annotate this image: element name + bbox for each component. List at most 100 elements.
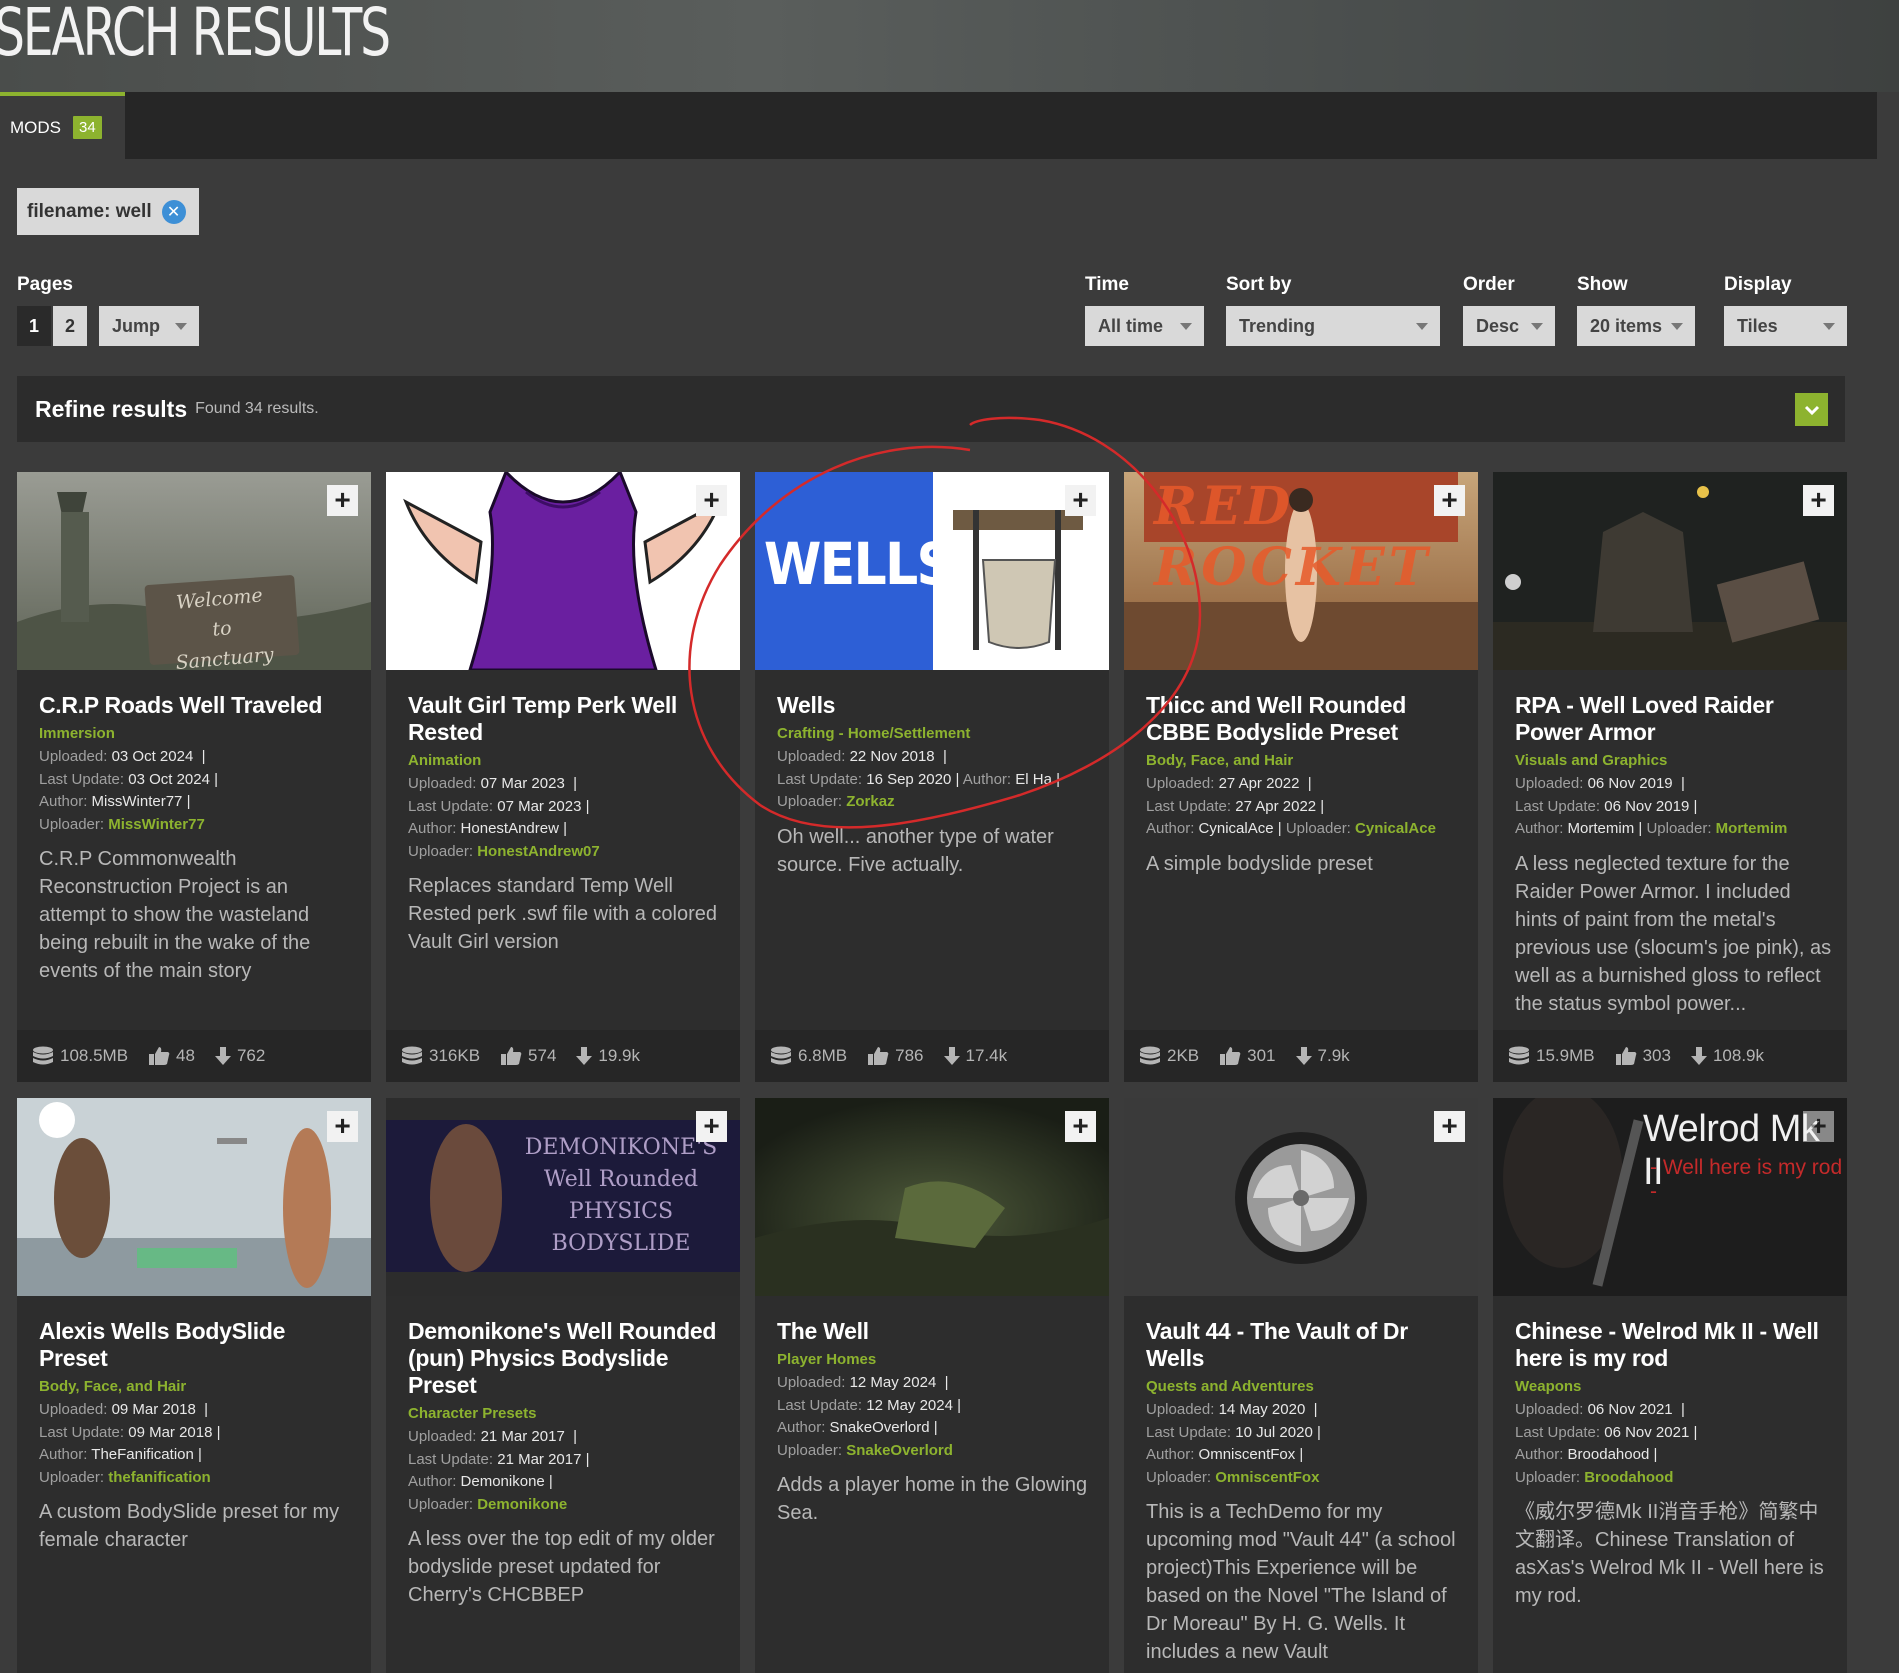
add-to-collection-button[interactable]: +: [1803, 485, 1834, 516]
show-select[interactable]: 20 items: [1577, 306, 1695, 346]
mod-category[interactable]: Quests and Adventures: [1146, 1378, 1464, 1395]
add-to-collection-button[interactable]: +: [327, 485, 358, 516]
uploader-link[interactable]: Broodahood: [1584, 1469, 1673, 1486]
uploader-link[interactable]: OmniscentFox: [1215, 1469, 1319, 1486]
order-select[interactable]: Desc: [1463, 306, 1555, 346]
uploader-link[interactable]: Mortemim: [1716, 820, 1788, 837]
mod-title[interactable]: Demonikone's Well Rounded (pun) Physics …: [408, 1318, 726, 1399]
filter-chip-label: filename: well: [27, 200, 152, 222]
uploaded-label: Uploaded:: [39, 748, 108, 765]
mod-thumbnail[interactable]: Welcome to Sanctuary +: [17, 472, 371, 670]
mod-category[interactable]: Visuals and Graphics: [1515, 752, 1833, 769]
updated-label: Last Update:: [39, 770, 125, 788]
page-2-button[interactable]: 2: [53, 306, 87, 346]
mod-card[interactable]: + RPA - Well Loved Raider Power Armor Vi…: [1493, 472, 1847, 1082]
mod-card[interactable]: Welrod Mk II - Well here is my rod - + C…: [1493, 1098, 1847, 1673]
tab-mods[interactable]: MODS 34: [0, 92, 125, 159]
mod-category[interactable]: Body, Face, and Hair: [39, 1378, 357, 1395]
uploader-link[interactable]: CynicalAce: [1355, 820, 1436, 837]
mod-stats: 2KB 301 7.9k: [1124, 1030, 1478, 1082]
add-to-collection-button[interactable]: +: [696, 1111, 727, 1142]
mod-card[interactable]: WELLS + Wells Crafting - Home/Settlement…: [755, 472, 1109, 1082]
author-name: CynicalAce: [1198, 820, 1274, 837]
author-name: OmniscentFox: [1198, 1446, 1296, 1463]
add-to-collection-button[interactable]: +: [327, 1111, 358, 1142]
mod-category[interactable]: Character Presets: [408, 1405, 726, 1422]
mod-category[interactable]: Immersion: [39, 725, 357, 742]
pages-label: Pages: [17, 274, 73, 295]
mod-description: A simple bodyslide preset: [1146, 852, 1373, 875]
add-to-collection-button[interactable]: +: [1434, 1111, 1465, 1142]
mod-title[interactable]: Chinese - Welrod Mk II - Well here is my…: [1515, 1318, 1833, 1372]
add-to-collection-button[interactable]: +: [1803, 1111, 1834, 1142]
mod-title[interactable]: RPA - Well Loved Raider Power Armor: [1515, 692, 1833, 746]
updated-date: 06 Nov 2021: [1604, 1423, 1690, 1441]
add-to-collection-button[interactable]: +: [696, 485, 727, 516]
uploader-link[interactable]: HonestAndrew07: [477, 843, 600, 860]
mod-description: This is a TechDemo for my upcoming mod "…: [1146, 1501, 1456, 1663]
file-size: 108.5MB: [60, 1046, 129, 1065]
jump-select[interactable]: Jump: [99, 306, 199, 346]
page-1-button[interactable]: 1: [17, 306, 51, 346]
mod-title[interactable]: Alexis Wells BodySlide Preset: [39, 1318, 357, 1372]
uploader-link[interactable]: SnakeOverlord: [846, 1442, 953, 1459]
mod-title[interactable]: The Well: [777, 1318, 1095, 1345]
uploader-link[interactable]: thefanification: [108, 1469, 211, 1486]
order-select-value: Desc: [1476, 315, 1520, 336]
mod-title[interactable]: C.R.P Roads Well Traveled: [39, 692, 357, 719]
mod-stats: 6.8MB 786 17.4k: [755, 1030, 1109, 1082]
mod-category[interactable]: Weapons: [1515, 1378, 1833, 1395]
mod-stats: 316KB 574 19.9k: [386, 1030, 740, 1082]
results-count: Found 34 results.: [195, 400, 319, 417]
mod-thumbnail[interactable]: Welrod Mk II - Well here is my rod - +: [1493, 1098, 1847, 1296]
uploaded-date: 21 Mar 2017: [480, 1428, 565, 1445]
mod-thumbnail[interactable]: +: [755, 1098, 1109, 1296]
mod-category[interactable]: Crafting - Home/Settlement: [777, 725, 1095, 742]
mod-title[interactable]: Thicc and Well Rounded CBBE Bodyslide Pr…: [1146, 692, 1464, 746]
chevron-down-icon: [1416, 323, 1428, 330]
mod-title[interactable]: Vault Girl Temp Perk Well Rested: [408, 692, 726, 746]
expand-refine-icon[interactable]: [1795, 393, 1828, 426]
mod-title[interactable]: Vault 44 - The Vault of Dr Wells: [1146, 1318, 1464, 1372]
refine-results-bar[interactable]: Refine results Found 34 results.: [17, 376, 1845, 442]
author-label: Author:: [1515, 820, 1564, 837]
mod-category[interactable]: Player Homes: [777, 1351, 1095, 1368]
time-select[interactable]: All time: [1085, 306, 1204, 346]
mod-thumbnail[interactable]: +: [1493, 472, 1847, 670]
time-label: Time: [1085, 274, 1130, 295]
add-to-collection-button[interactable]: +: [1065, 1111, 1096, 1142]
updated-date: 16 Sep 2020: [866, 770, 952, 788]
author-name: El Ha: [1015, 770, 1052, 788]
endorsement-count: 574: [528, 1046, 557, 1065]
mod-thumbnail[interactable]: +: [1124, 1098, 1478, 1296]
uploader-link[interactable]: Demonikone: [477, 1496, 567, 1513]
mod-card[interactable]: DEMONIKONE'S Well Rounded PHYSICS BODYSL…: [386, 1098, 740, 1673]
add-to-collection-button[interactable]: +: [1065, 485, 1096, 516]
mod-thumbnail[interactable]: +: [17, 1098, 371, 1296]
mod-thumbnail[interactable]: +: [386, 472, 740, 670]
mod-title[interactable]: Wells: [777, 692, 1095, 719]
mod-description: A custom BodySlide preset for my female …: [39, 1501, 340, 1551]
uploader-link[interactable]: MissWinter77: [108, 816, 205, 833]
mod-card[interactable]: + Alexis Wells BodySlide Preset Body, Fa…: [17, 1098, 371, 1673]
updated-date: 03 Oct 2024: [128, 770, 210, 788]
mod-card[interactable]: + The Well Player Homes Uploaded: 12 May…: [755, 1098, 1109, 1673]
sort-by-select[interactable]: Trending: [1226, 306, 1440, 346]
mod-category[interactable]: Animation: [408, 752, 726, 769]
mod-card[interactable]: + Vault Girl Temp Perk Well Rested Anima…: [386, 472, 740, 1082]
mod-category[interactable]: Body, Face, and Hair: [1146, 752, 1464, 769]
download-count: 762: [236, 1046, 266, 1065]
add-to-collection-button[interactable]: +: [1434, 485, 1465, 516]
display-select[interactable]: Tiles: [1724, 306, 1847, 346]
uploader-link[interactable]: Zorkaz: [846, 793, 894, 810]
mod-card[interactable]: + Vault 44 - The Vault of Dr Wells Quest…: [1124, 1098, 1478, 1673]
author-label: Author:: [962, 770, 1012, 788]
uploader-label: Uploader:: [1285, 820, 1351, 837]
mod-card[interactable]: RED ROCKET + Thicc and Well Rounded CBBE…: [1124, 472, 1478, 1082]
mod-thumbnail[interactable]: DEMONIKONE'S Well Rounded PHYSICS BODYSL…: [386, 1098, 740, 1296]
mod-thumbnail[interactable]: RED ROCKET +: [1124, 472, 1478, 670]
mod-card[interactable]: Welcome to Sanctuary + C.R.P Roads Well …: [17, 472, 371, 1082]
remove-filter-icon[interactable]: ✕: [161, 199, 186, 224]
uploaded-date: 14 May 2020: [1218, 1401, 1306, 1418]
mod-thumbnail[interactable]: WELLS +: [755, 472, 1109, 670]
